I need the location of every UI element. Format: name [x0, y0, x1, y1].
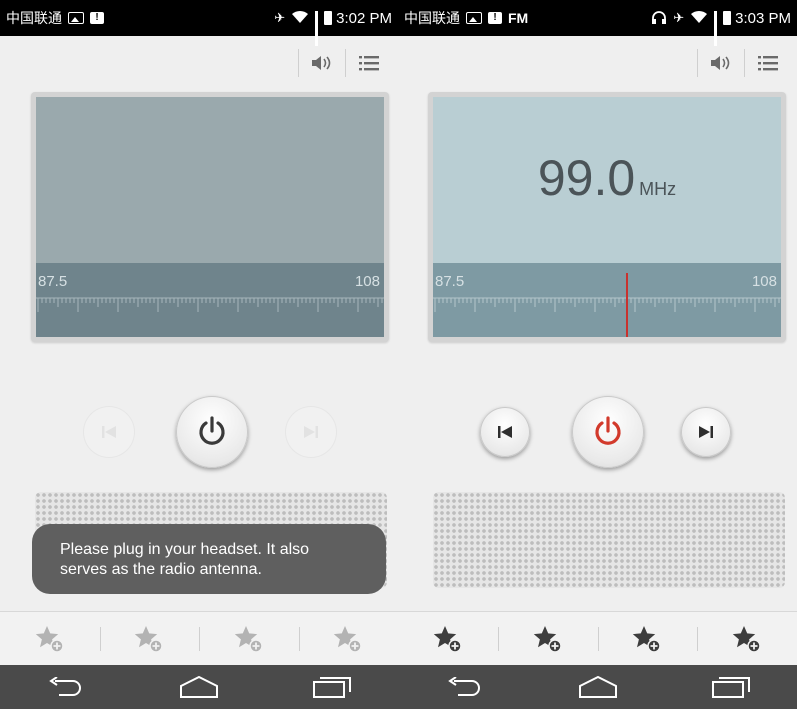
frequency-unit: MHz — [639, 179, 677, 199]
favorite-slot[interactable] — [199, 612, 299, 665]
power-icon — [595, 416, 621, 445]
dial-max-label: 108 — [751, 273, 777, 290]
favorite-slot[interactable] — [497, 612, 598, 665]
signal-icon — [315, 11, 319, 46]
clock: 3:03 PM — [735, 9, 791, 27]
dial-min-label: 87.5 — [38, 273, 68, 290]
favorite-slot[interactable] — [0, 612, 100, 665]
screenshot-notification-icon — [68, 12, 84, 24]
add-favorite-icon — [433, 625, 462, 653]
dial-min-label: 87.5 — [435, 273, 465, 290]
battery-icon — [324, 11, 333, 25]
clock: 3:02 PM — [336, 9, 392, 27]
favorite-slot[interactable] — [298, 612, 399, 665]
back-button[interactable] — [435, 667, 495, 707]
speaker-grille — [433, 492, 785, 588]
frequency-dial[interactable]: 87.5 108 — [433, 263, 781, 337]
power-icon — [199, 416, 225, 445]
playback-controls — [398, 392, 797, 472]
dial-ticks — [36, 297, 384, 312]
headset-warning-toast: Please plug in your headset. It also ser… — [32, 524, 386, 594]
add-favorite-icon — [732, 625, 761, 653]
add-favorite-icon — [35, 625, 64, 653]
dial-max-label: 108 — [354, 273, 380, 290]
status-bar: 中国联通 ! ✈ 3:02 PM — [0, 0, 398, 46]
signal-icon — [714, 11, 718, 46]
favorite-slot[interactable] — [697, 612, 797, 665]
top-controls — [689, 48, 783, 78]
previous-station-button[interactable] — [480, 407, 530, 457]
next-station-button[interactable] — [286, 407, 336, 457]
add-favorite-icon — [334, 625, 362, 653]
mute-icon: ✈ — [274, 10, 286, 25]
next-station-button[interactable] — [681, 407, 731, 457]
fm-status-label: FM — [508, 10, 529, 26]
wifi-icon — [690, 10, 708, 27]
volume-icon[interactable] — [706, 50, 736, 76]
carrier-label: 中国联通 — [6, 11, 62, 27]
menu-list-icon[interactable] — [753, 50, 783, 76]
power-button[interactable] — [572, 396, 644, 468]
top-controls — [290, 48, 384, 78]
message-notification-icon: ! — [488, 12, 502, 24]
frequency-readout: 99.0 MHz — [433, 149, 781, 207]
home-icon — [578, 676, 617, 698]
frequency-value: 99.0 — [537, 150, 636, 206]
screenshot-notification-icon — [466, 12, 482, 24]
frequency-display: 87.5 108 — [31, 92, 389, 342]
recent-apps-icon — [711, 677, 750, 698]
add-favorite-icon — [234, 625, 263, 653]
wifi-icon — [291, 10, 309, 27]
menu-list-icon[interactable] — [354, 50, 384, 76]
previous-station-button[interactable] — [84, 407, 134, 457]
home-icon — [179, 676, 218, 698]
playback-controls — [0, 392, 398, 472]
back-icon — [447, 677, 480, 696]
back-icon — [49, 677, 82, 696]
recent-apps-button[interactable] — [701, 667, 761, 707]
favorites-bar — [0, 611, 398, 665]
home-button[interactable] — [568, 667, 628, 707]
power-button[interactable] — [176, 396, 248, 468]
favorite-slot[interactable] — [597, 612, 698, 665]
lcd-screen: 99.0 MHz — [433, 97, 781, 263]
screenshot-pair: 中国联通 ! ✈ 3:02 PM 87.5 108 Please plug in… — [0, 0, 797, 709]
lcd-screen — [36, 97, 384, 263]
volume-icon[interactable] — [307, 50, 337, 76]
fm-radio-screen-on: 中国联通 ! FM ✈ 3:03 PM 99.0 MHz 87.5 108 — [398, 0, 797, 709]
status-bar: 中国联通 ! FM ✈ 3:03 PM — [398, 0, 797, 46]
dial-ticks — [433, 297, 781, 312]
fm-radio-screen-off: 中国联通 ! ✈ 3:02 PM 87.5 108 Please plug in… — [0, 0, 398, 709]
home-button[interactable] — [169, 667, 229, 707]
recent-apps-icon — [312, 677, 351, 698]
add-favorite-icon — [633, 625, 662, 653]
add-favorite-icon — [135, 625, 163, 653]
tuning-needle[interactable] — [626, 273, 628, 337]
navigation-bar — [0, 665, 398, 709]
favorite-slot[interactable] — [398, 612, 498, 665]
previous-station-icon — [102, 426, 116, 438]
next-station-icon — [304, 426, 318, 438]
next-station-icon — [699, 426, 713, 438]
message-notification-icon: ! — [90, 12, 104, 24]
headset-icon — [651, 10, 667, 27]
favorites-bar — [398, 611, 797, 665]
battery-icon — [723, 11, 732, 25]
add-favorite-icon — [533, 625, 562, 653]
frequency-dial[interactable]: 87.5 108 — [36, 263, 384, 337]
recent-apps-button[interactable] — [302, 667, 362, 707]
frequency-display: 99.0 MHz 87.5 108 — [428, 92, 786, 342]
back-button[interactable] — [36, 667, 96, 707]
previous-station-icon — [498, 426, 512, 438]
favorite-slot[interactable] — [99, 612, 200, 665]
mute-icon: ✈ — [673, 10, 685, 25]
navigation-bar — [398, 665, 797, 709]
carrier-label: 中国联通 — [404, 11, 460, 27]
